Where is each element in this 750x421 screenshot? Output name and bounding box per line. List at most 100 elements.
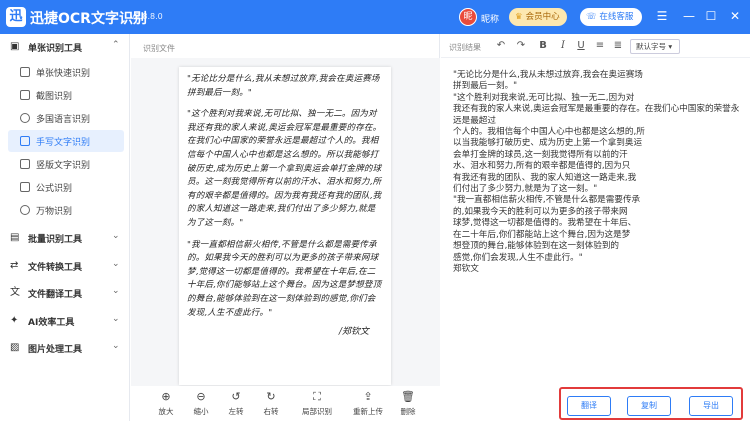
sidebar-group-image[interactable]: ▨ 图片处理工具 ⌄	[0, 337, 130, 359]
member-center-button[interactable]: ♛ 会员中心	[509, 8, 567, 26]
sidebar-item-vertical[interactable]: 竖版文字识别	[8, 153, 124, 175]
nickname[interactable]: 昵称	[481, 12, 499, 25]
align-center-icon[interactable]: ≣	[612, 39, 624, 53]
translate-button[interactable]: 翻译	[567, 396, 611, 416]
underline-icon[interactable]: U	[575, 39, 587, 53]
batch-icon: ▤	[10, 232, 20, 243]
source-panel: 识别文件 "无论比分是什么,我从未想过放弃,我会在奥运赛场拼到最后一刻。" "这…	[131, 34, 440, 421]
object-icon	[20, 205, 30, 215]
result-actions: 翻译 复制 导出	[441, 386, 750, 421]
sidebar-item-quick[interactable]: 单张快速识别	[8, 61, 124, 83]
sidebar-item-label: 手写文字识别	[36, 138, 91, 148]
handwriting-image: "无论比分是什么,我从未想过放弃,我会在奥运赛场拼到最后一刻。" "这个胜利对我…	[179, 67, 391, 385]
screenshot-icon	[20, 90, 30, 100]
app-logo: 迅	[6, 7, 26, 27]
font-size-value: 默认字号	[636, 42, 666, 51]
reupload-button[interactable]: ⇪ 重新上传	[350, 390, 386, 420]
close-icon[interactable]: ✕	[727, 8, 743, 24]
undo-icon[interactable]: ↶	[495, 39, 507, 53]
image-preview-area[interactable]: "无论比分是什么,我从未想过放弃,我会在奥运赛场拼到最后一刻。" "这个胜利对我…	[131, 58, 440, 386]
tool-label: 右转	[263, 407, 279, 416]
sidebar-item-label: 多国语言识别	[36, 115, 91, 125]
chevron-down-icon: ⌄	[112, 286, 120, 296]
chevron-down-icon: ⌄	[112, 341, 120, 351]
sidebar-item-handwriting[interactable]: 手写文字识别	[8, 130, 124, 152]
translate-icon: 文	[10, 287, 20, 298]
handwriting-paragraph: "无论比分是什么,我从未想过放弃,我会在奥运赛场拼到最后一刻。"	[187, 74, 380, 98]
scan-icon	[20, 67, 30, 77]
rotate-left-button[interactable]: ↺ 左转	[221, 390, 251, 420]
sidebar-group-label: 文件转换工具	[28, 263, 83, 273]
sidebar-item-formula[interactable]: 公式识别	[8, 176, 124, 198]
menu-icon[interactable]: ☰	[654, 8, 670, 24]
online-support-button[interactable]: ☏ 在线客服	[580, 8, 642, 26]
globe-icon	[20, 113, 30, 123]
chevron-down-icon: ⌄	[112, 231, 120, 241]
bold-icon[interactable]: B	[537, 39, 549, 53]
sidebar-item-label: 截图识别	[36, 92, 73, 102]
sidebar-group-label: 单张识别工具	[28, 44, 83, 54]
export-button[interactable]: 导出	[689, 396, 733, 416]
font-size-select[interactable]: 默认字号 ▾	[630, 39, 680, 54]
image-icon: ▨	[10, 342, 20, 353]
sidebar-group-convert[interactable]: ⇄ 文件转换工具 ⌄	[0, 255, 130, 277]
sidebar-item-label: 单张快速识别	[36, 69, 91, 79]
crop-icon: ⛶	[313, 390, 321, 403]
zoom-in-button[interactable]: ⊕ 放大	[151, 390, 181, 420]
pen-icon	[20, 136, 30, 146]
sidebar: ▣ 单张识别工具 ⌃ 单张快速识别 截图识别 多国语言识别 手写文字识别 竖版文…	[0, 34, 130, 421]
vertical-text-icon	[20, 159, 30, 169]
sidebar-item-label: 竖版文字识别	[36, 161, 91, 171]
tool-label: 重新上传	[353, 407, 383, 416]
chevron-up-icon: ⌃	[112, 40, 120, 50]
sidebar-item-screenshot[interactable]: 截图识别	[8, 84, 124, 106]
result-text[interactable]: "无论比分是什么,我从未想过放弃,我会在奥运赛场 拼到最后一刻。" "这个胜利对…	[453, 70, 743, 275]
minimize-icon[interactable]: —	[681, 8, 697, 24]
upload-icon: ⇪	[363, 390, 373, 403]
ai-icon: ✦	[10, 315, 19, 326]
handwriting-signature: /郑钦文	[338, 327, 369, 338]
sidebar-item-label: 万物识别	[36, 207, 73, 217]
sidebar-group-single[interactable]: ▣ 单张识别工具 ⌃	[0, 36, 130, 58]
delete-button[interactable]: 🗑 删除	[393, 390, 423, 420]
trash-icon: 🗑	[401, 390, 415, 403]
rotate-right-button[interactable]: ↻ 右转	[256, 390, 286, 420]
document-icon: ▣	[10, 41, 20, 52]
headset-icon: ☏	[586, 12, 600, 22]
sidebar-group-batch[interactable]: ▤ 批量识别工具 ⌄	[0, 227, 130, 249]
sidebar-item-object[interactable]: 万物识别	[8, 199, 124, 221]
result-panel: 识别结果 ↶ ↷ B I U ≡ ≣ 默认字号 ▾ "无论比分是什么,我从未想过…	[441, 34, 750, 421]
sidebar-item-multilang[interactable]: 多国语言识别	[8, 107, 124, 129]
member-center-label: 会员中心	[525, 12, 560, 22]
sidebar-group-label: AI效率工具	[28, 318, 75, 328]
sidebar-group-label: 文件翻译工具	[28, 290, 83, 300]
title-bar: 迅 迅捷OCR文字识别 v8.8.8.0 昵 昵称 ♛ 会员中心 ☏ 在线客服 ☰…	[0, 0, 750, 34]
rotate-right-icon: ↻	[266, 390, 276, 403]
source-panel-label: 识别文件	[143, 44, 175, 53]
crown-icon: ♛	[515, 12, 523, 22]
tool-label: 左转	[228, 407, 244, 416]
app-version: v8.8.8.0	[130, 12, 163, 21]
handwriting-paragraph: "我一直都相信薪火相传,不管是什么都是需要传承的。如果我今天的胜利可以为更多的孩…	[187, 239, 382, 318]
rotate-left-icon: ↺	[231, 390, 241, 403]
chevron-down-icon: ⌄	[112, 314, 120, 324]
zoom-out-button[interactable]: ⊖ 缩小	[186, 390, 216, 420]
result-panel-label: 识别结果	[449, 43, 481, 52]
avatar[interactable]: 昵	[459, 8, 477, 26]
image-toolbar: ⊕ 放大 ⊖ 缩小 ↺ 左转 ↻ 右转 ⛶ 局部识别 ⇪ 重新上传 🗑 删除	[131, 386, 440, 421]
tool-label: 局部识别	[302, 407, 332, 416]
sidebar-group-label: 图片处理工具	[28, 345, 83, 355]
sidebar-group-ai[interactable]: ✦ AI效率工具 ⌄	[0, 310, 130, 332]
tool-label: 删除	[400, 407, 416, 416]
result-toolbar: 识别结果 ↶ ↷ B I U ≡ ≣ 默认字号 ▾	[441, 34, 750, 58]
maximize-icon[interactable]: ☐	[703, 8, 719, 24]
tool-label: 缩小	[193, 407, 209, 416]
redo-icon[interactable]: ↷	[515, 39, 527, 53]
zoom-in-icon: ⊕	[161, 390, 171, 403]
copy-button[interactable]: 复制	[627, 396, 671, 416]
italic-icon[interactable]: I	[557, 39, 569, 53]
sidebar-item-label: 公式识别	[36, 184, 73, 194]
sidebar-group-translate[interactable]: 文 文件翻译工具 ⌄	[0, 282, 130, 304]
align-left-icon[interactable]: ≡	[594, 39, 606, 53]
partial-recognize-button[interactable]: ⛶ 局部识别	[299, 390, 335, 420]
